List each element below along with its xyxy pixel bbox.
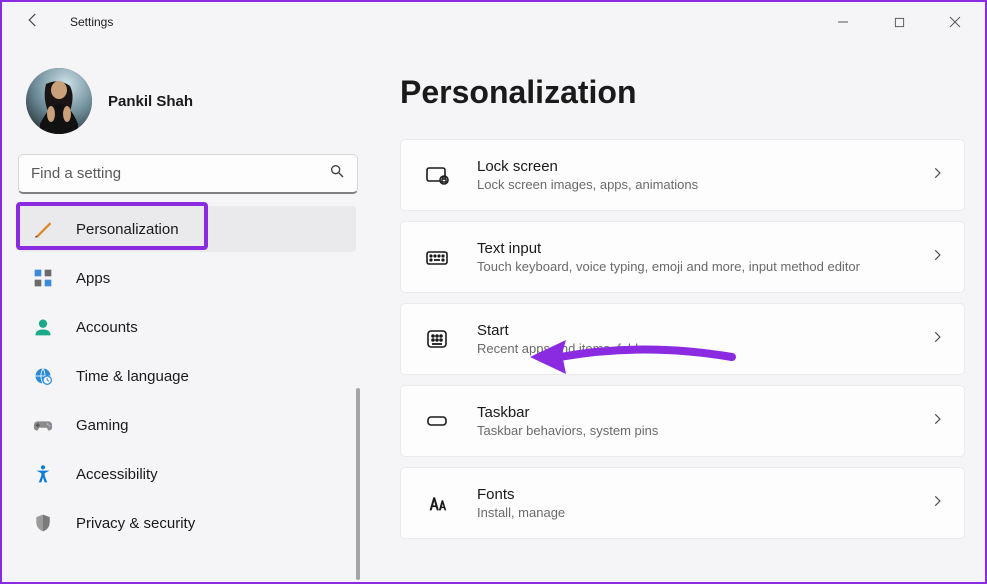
gamepad-icon [32, 414, 54, 436]
card-taskbar[interactable]: Taskbar Taskbar behaviors, system pins [400, 385, 965, 457]
sidebar-item-time-language[interactable]: Time & language [18, 353, 356, 399]
chevron-right-icon [930, 166, 944, 185]
card-title: Start [477, 322, 930, 339]
chevron-right-icon [930, 330, 944, 349]
sidebar-item-label: Time & language [76, 368, 189, 385]
globe-clock-icon [32, 365, 54, 387]
card-description: Recent apps and items, folders [477, 341, 930, 356]
search-icon [329, 163, 345, 184]
accessibility-icon [32, 463, 54, 485]
sidebar-item-label: Accessibility [76, 466, 158, 483]
app-title: Settings [70, 15, 113, 29]
search-input[interactable] [31, 165, 329, 182]
avatar [26, 68, 92, 134]
card-description: Lock screen images, apps, animations [477, 177, 930, 192]
card-fonts[interactable]: Fonts Install, manage [400, 467, 965, 539]
back-button[interactable] [24, 11, 42, 34]
sidebar-item-accessibility[interactable]: Accessibility [18, 451, 356, 497]
card-description: Taskbar behaviors, system pins [477, 423, 930, 438]
sidebar-item-label: Accounts [76, 319, 138, 336]
fonts-icon [423, 491, 451, 515]
paintbrush-icon [32, 218, 54, 240]
keyboard-icon [423, 245, 451, 269]
lock-screen-icon [423, 163, 451, 187]
sidebar-item-label: Personalization [76, 221, 179, 238]
minimize-button[interactable] [825, 8, 861, 36]
close-button[interactable] [937, 8, 973, 36]
chevron-right-icon [930, 412, 944, 431]
person-icon [32, 316, 54, 338]
taskbar-icon [423, 409, 451, 433]
sidebar-item-personalization[interactable]: Personalization [18, 206, 356, 252]
apps-icon [32, 267, 54, 289]
card-lock-screen[interactable]: Lock screen Lock screen images, apps, an… [400, 139, 965, 211]
sidebar-item-gaming[interactable]: Gaming [18, 402, 356, 448]
sidebar-item-accounts[interactable]: Accounts [18, 304, 356, 350]
sidebar-item-label: Apps [76, 270, 110, 287]
card-description: Install, manage [477, 505, 930, 520]
chevron-right-icon [930, 248, 944, 267]
title-bar: Settings [2, 2, 985, 42]
sidebar-item-label: Privacy & security [76, 515, 195, 532]
card-start[interactable]: Start Recent apps and items, folders [400, 303, 965, 375]
page-title: Personalization [400, 74, 965, 111]
card-title: Lock screen [477, 158, 930, 175]
sidebar-item-privacy-security[interactable]: Privacy & security [18, 500, 356, 546]
card-title: Fonts [477, 486, 930, 503]
card-description: Touch keyboard, voice typing, emoji and … [477, 259, 930, 274]
user-profile[interactable]: Pankil Shah [18, 64, 362, 154]
sidebar: Pankil Shah Personalization [2, 42, 362, 582]
sidebar-item-label: Gaming [76, 417, 129, 434]
user-name: Pankil Shah [108, 93, 193, 110]
chevron-right-icon [930, 494, 944, 513]
card-text-input[interactable]: Text input Touch keyboard, voice typing,… [400, 221, 965, 293]
sidebar-scrollbar[interactable] [356, 388, 360, 580]
search-box[interactable] [18, 154, 358, 194]
maximize-button[interactable] [881, 8, 917, 36]
shield-icon [32, 512, 54, 534]
card-title: Text input [477, 240, 930, 257]
start-icon [423, 327, 451, 351]
card-title: Taskbar [477, 404, 930, 421]
sidebar-item-apps[interactable]: Apps [18, 255, 356, 301]
main-content: Personalization Lock screen Lock screen … [362, 42, 985, 582]
